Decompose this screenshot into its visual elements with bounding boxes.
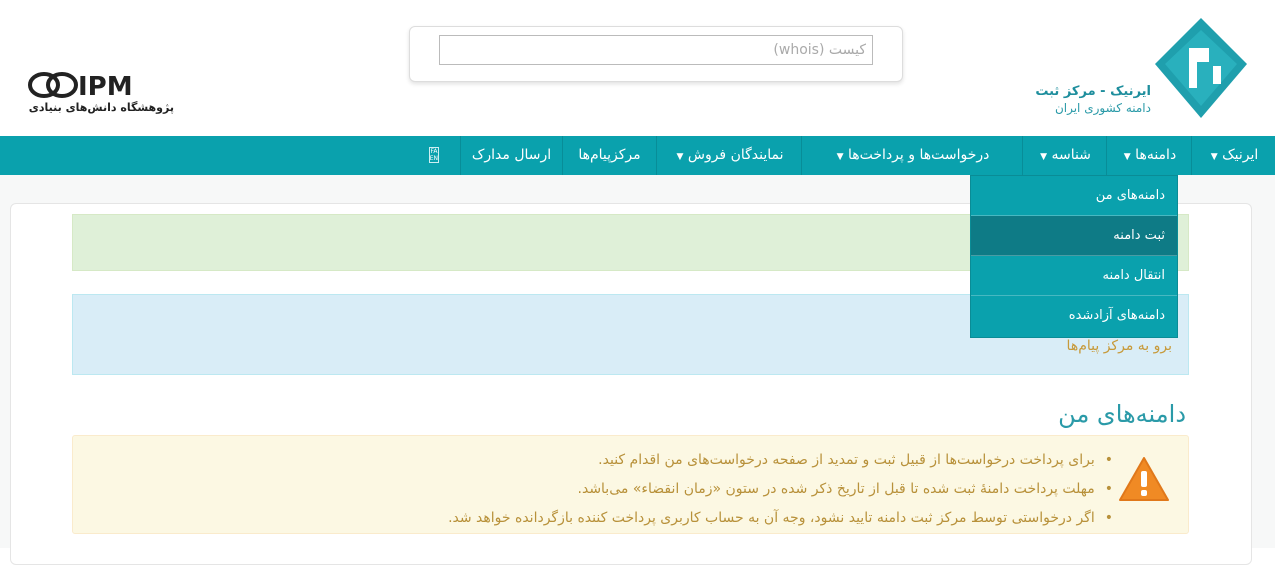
language-switch-button[interactable]: FA EN [408,136,460,175]
nav-item-handle[interactable]: شناسه ▼ [1022,136,1106,175]
irnic-logo[interactable]: ایرنیک - مرکز ثبت دامنه کشوری ایران [1035,18,1247,123]
header: ایرنیک - مرکز ثبت دامنه کشوری ایران IPM … [0,0,1275,136]
section-title: دامنه‌های من [1058,400,1186,428]
nav-item-resellers[interactable]: نمایندگان فروش ▼ [656,136,801,175]
nav-item-send-documents[interactable]: ارسال مدارک [460,136,562,175]
irnic-logo-mark-icon [1155,18,1247,118]
nav-item-irnic-label: ایرنیک [1222,147,1259,163]
nav-item-domains[interactable]: دامنه‌ها ▼ [1106,136,1191,175]
list-item: مهلت پرداخت دامنهٔ ثبت شده تا قبل از تار… [448,475,1113,504]
menu-item-transfer-domain[interactable]: انتقال دامنه [971,256,1177,296]
caret-down-icon: ▼ [676,152,684,162]
menu-item-released-domains[interactable]: دامنه‌های آزادشده [971,296,1177,336]
caret-down-icon: ▼ [1123,152,1131,162]
ipm-logo[interactable]: IPM پژوهشگاه دانش‌های بنیادی [28,71,178,121]
list-item: اگر درخواستی توسط مرکز ثبت دامنه تایید ن… [448,504,1113,533]
irnic-subtitle: دامنه کشوری ایران [1054,101,1151,115]
message-center-link[interactable]: برو به مرکز پیام‌ها [1067,338,1172,354]
domains-dropdown-menu: دامنه‌های من ثبت دامنه انتقال دامنه دامن… [970,175,1178,338]
menu-item-my-domains[interactable]: دامنه‌های من [971,176,1177,216]
nav-item-irnic[interactable]: ایرنیک ▼ [1191,136,1275,175]
ipm-logo-mark-icon: IPM [28,72,133,99]
list-item: برای پرداخت درخواست‌ها از قبیل ثبت و تمد… [448,446,1113,475]
ipm-caption: پژوهشگاه دانش‌های بنیادی [28,101,174,114]
irnic-logo-text: ایرنیک - مرکز ثبت دامنه کشوری ایران [1035,84,1151,116]
main-navbar: ایرنیک ▼ دامنه‌ها ▼ شناسه ▼ درخواست‌ها و… [0,136,1275,175]
nav-item-requests-payments[interactable]: درخواست‌ها و پرداخت‌ها ▼ [801,136,1022,175]
nav-item-domains-label: دامنه‌ها [1135,147,1177,163]
nav-item-resellers-label: نمایندگان فروش [687,147,784,163]
nav-item-send-documents-label: ارسال مدارک [471,147,552,163]
nav-item-handle-label: شناسه [1051,147,1091,163]
caret-down-icon: ▼ [1210,152,1218,162]
caret-down-icon: ▼ [836,152,844,162]
irnic-title: ایرنیک - مرکز ثبت [1035,84,1151,99]
menu-item-register-domain[interactable]: ثبت دامنه [971,216,1177,256]
nav-item-requests-label: درخواست‌ها و پرداخت‌ها [848,147,990,163]
language-switch-icon: FA EN [429,147,439,163]
whois-search-box [409,26,903,82]
warning-triangle-icon [1119,457,1169,501]
nav-item-message-center-label: مرکزپیام‌ها [578,147,641,163]
nav-item-message-center[interactable]: مرکزپیام‌ها [562,136,656,175]
whois-search-input[interactable] [439,35,873,65]
caret-down-icon: ▼ [1040,152,1047,162]
ipm-logo-text: IPM [78,72,133,99]
warning-notes-list: برای پرداخت درخواست‌ها از قبیل ثبت و تمد… [448,446,1113,533]
